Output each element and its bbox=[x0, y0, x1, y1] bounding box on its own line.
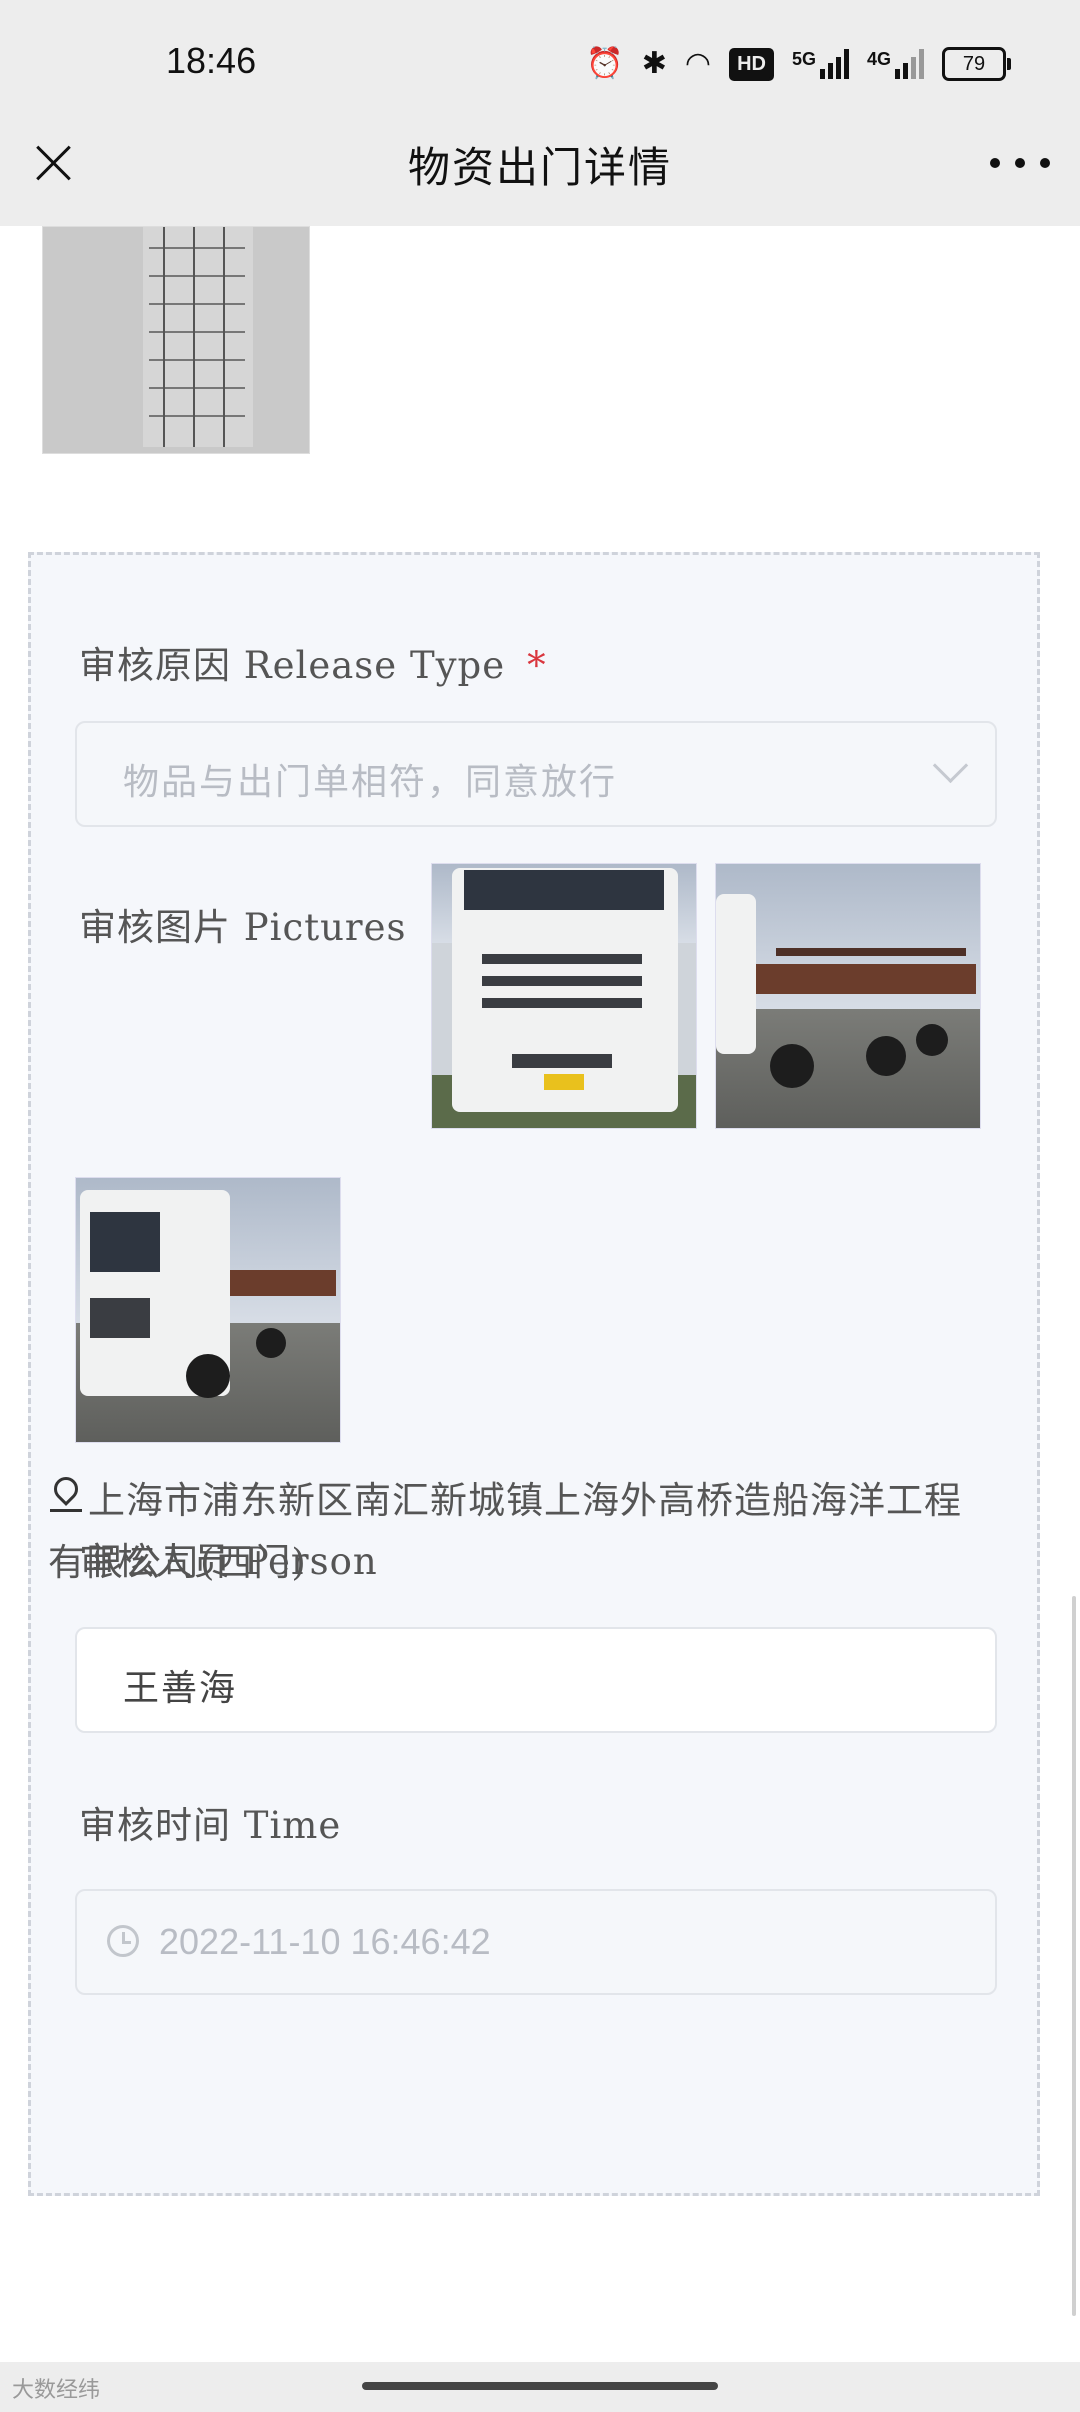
alarm-icon: ⏰ bbox=[586, 46, 624, 81]
page-title: 物资出门详情 bbox=[407, 143, 672, 192]
status-bar: 18:46 ⏰ ✱ ◠ HD 5G 4G 79 bbox=[0, 0, 1080, 120]
signal-5g-icon: 5G bbox=[792, 49, 849, 79]
required-mark: * bbox=[527, 644, 547, 687]
address-text: 上海市浦东新区南汇新城镇上海外高桥造船海洋工程有限公司(西门) bbox=[48, 1470, 968, 1594]
chevron-down-icon bbox=[932, 747, 969, 784]
truck-angle-photo[interactable] bbox=[75, 1177, 341, 1443]
truck-side-photo[interactable] bbox=[715, 863, 981, 1129]
battery-icon: 79 bbox=[942, 47, 1011, 81]
signal-4g-label: 4G bbox=[866, 49, 891, 69]
status-icons: ⏰ ✱ ◠ HD 5G 4G 79 bbox=[586, 36, 1011, 92]
document-photo-thumbnail[interactable] bbox=[42, 226, 310, 454]
signal-4g-icon: 4G bbox=[867, 49, 924, 79]
address-value: 上海市浦东新区南汇新城镇上海外高桥造船海洋工程有限公司(西门) bbox=[48, 1479, 962, 1584]
hd-icon: HD bbox=[729, 47, 774, 81]
nav-bar: 物资出门详情 bbox=[0, 120, 1080, 226]
time-label: 审核时间 Time bbox=[79, 1804, 342, 1847]
wifi-icon: ◠ bbox=[684, 46, 712, 81]
status-time: 18:46 bbox=[166, 40, 257, 81]
bluetooth-icon: ✱ bbox=[641, 46, 667, 81]
bottom-bar: 大数经纬 bbox=[0, 2362, 1080, 2412]
time-field[interactable]: 2022-11-10 16:46:42 bbox=[75, 1889, 997, 1995]
time-value: 2022-11-10 16:46:42 bbox=[159, 1921, 491, 1962]
person-value: 王善海 bbox=[123, 1668, 238, 1709]
clock-icon bbox=[107, 1925, 139, 1957]
location-pin-icon bbox=[48, 1477, 84, 1517]
more-options-icon[interactable] bbox=[990, 146, 1050, 180]
release-type-label: 审核原因 Release Type * bbox=[79, 635, 547, 689]
battery-level: 79 bbox=[962, 52, 986, 75]
document-sheet bbox=[143, 227, 253, 447]
release-type-value: 物品与出门单相符，同意放行 bbox=[123, 762, 618, 803]
person-field[interactable]: 王善海 bbox=[75, 1627, 997, 1733]
release-type-label-text: 审核原因 Release Type bbox=[79, 644, 506, 687]
truck-front-photo[interactable] bbox=[431, 863, 697, 1129]
watermark: 大数经纬 bbox=[12, 2378, 101, 2403]
pictures-label: 审核图片 Pictures bbox=[79, 906, 407, 949]
scrollbar[interactable] bbox=[1072, 1596, 1076, 2316]
home-indicator[interactable] bbox=[362, 2382, 718, 2390]
review-card: 审核原因 Release Type * 物品与出门单相符，同意放行 审核图片 Pi… bbox=[28, 552, 1040, 2196]
signal-5g-label: 5G bbox=[791, 49, 816, 69]
release-type-select[interactable]: 物品与出门单相符，同意放行 bbox=[75, 721, 997, 827]
